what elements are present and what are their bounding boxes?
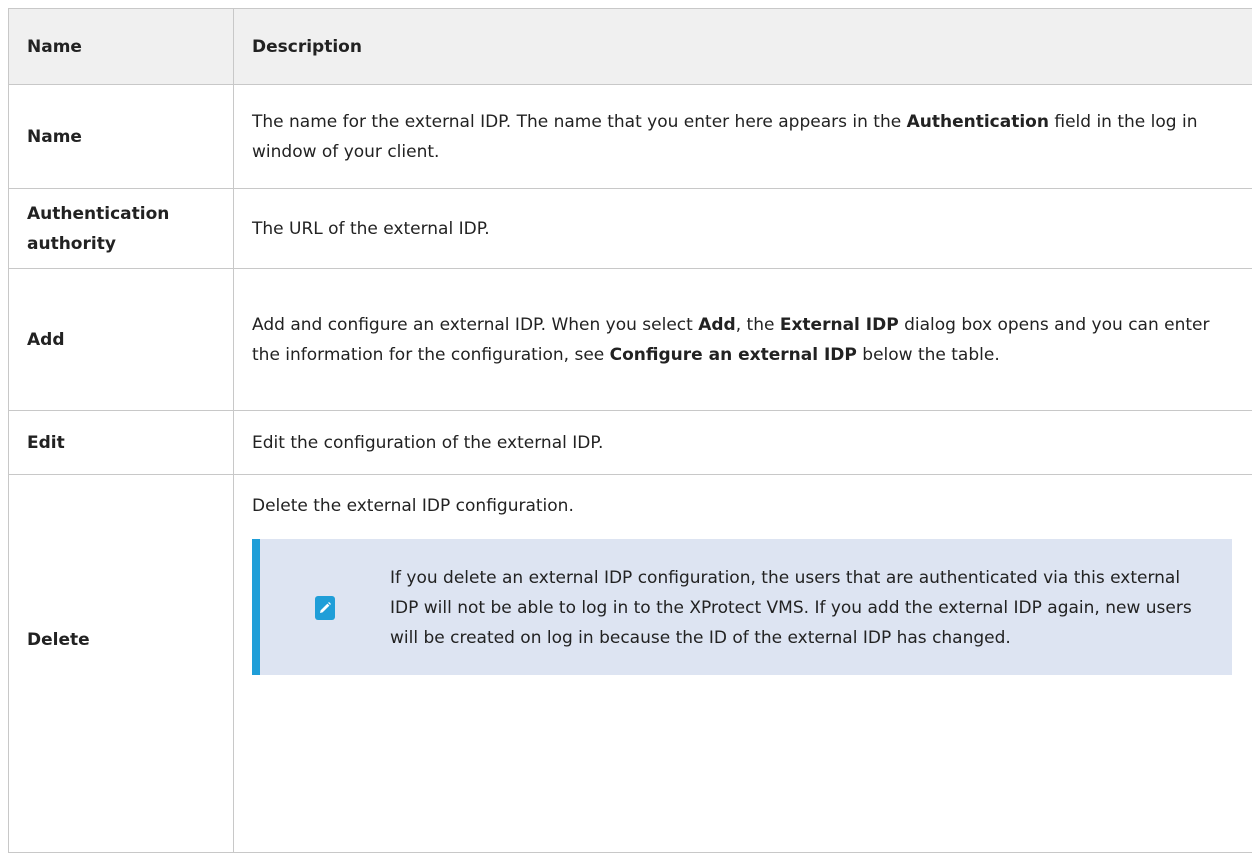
desc-text: below the table. [856,344,1000,365]
pencil-icon [315,596,335,620]
row-edit-description: Edit the configuration of the external I… [234,411,1252,474]
row-edit-description-text: Edit the configuration of the external I… [252,432,604,453]
row-delete-description-text: Delete the external IDP configuration. [252,496,574,516]
desc-bold-text: Add [698,314,736,335]
desc-bold-text: External IDP [779,314,899,335]
row-auth-label: Authentication authority [9,189,234,268]
table-row-delete: Delete Delete the external IDP configura… [9,475,1252,853]
header-description-cell: Description [234,9,1252,84]
row-name-description: The name for the external IDP. The name … [234,85,1252,188]
row-edit-label: Edit [9,411,234,474]
table-row-authentication-authority: Authentication authority The URL of the … [9,189,1252,269]
row-auth-description: The URL of the external IDP. [234,189,1252,268]
row-auth-label-line2: authority [27,233,116,254]
row-delete-label: Delete [9,475,234,852]
table-row-name: Name The name for the external IDP. The … [9,85,1252,189]
row-auth-label-line1: Authentication [27,203,170,224]
description-table: Name Description Name The name for the e… [8,8,1252,853]
header-name-cell: Name [9,9,234,84]
desc-bold-link[interactable]: Configure an external IDP [610,345,857,365]
row-delete-description: Delete the external IDP configuration. I… [234,475,1252,852]
row-add-description-text: Add and configure an external IDP. When … [252,310,1235,370]
note-icon-wrap [260,596,390,620]
desc-text: Add and configure an external IDP. When … [252,314,699,335]
note-box: If you delete an external IDP configurat… [252,539,1232,675]
table-header-row: Name Description [9,9,1252,85]
desc-bold-text: Authentication [906,111,1049,132]
header-description-label: Description [252,36,362,57]
note-text: If you delete an external IDP configurat… [390,568,1192,648]
row-name-label: Name [9,85,234,188]
table-row-edit: Edit Edit the configuration of the exter… [9,411,1252,475]
desc-text: The name for the external IDP. The name … [252,111,907,132]
row-add-description: Add and configure an external IDP. When … [234,269,1252,410]
row-name-description-text: The name for the external IDP. The name … [252,107,1235,167]
table-row-add: Add Add and configure an external IDP. W… [9,269,1252,411]
row-add-label: Add [9,269,234,410]
desc-text: , the [735,314,780,335]
row-auth-description-text: The URL of the external IDP. [252,218,490,239]
